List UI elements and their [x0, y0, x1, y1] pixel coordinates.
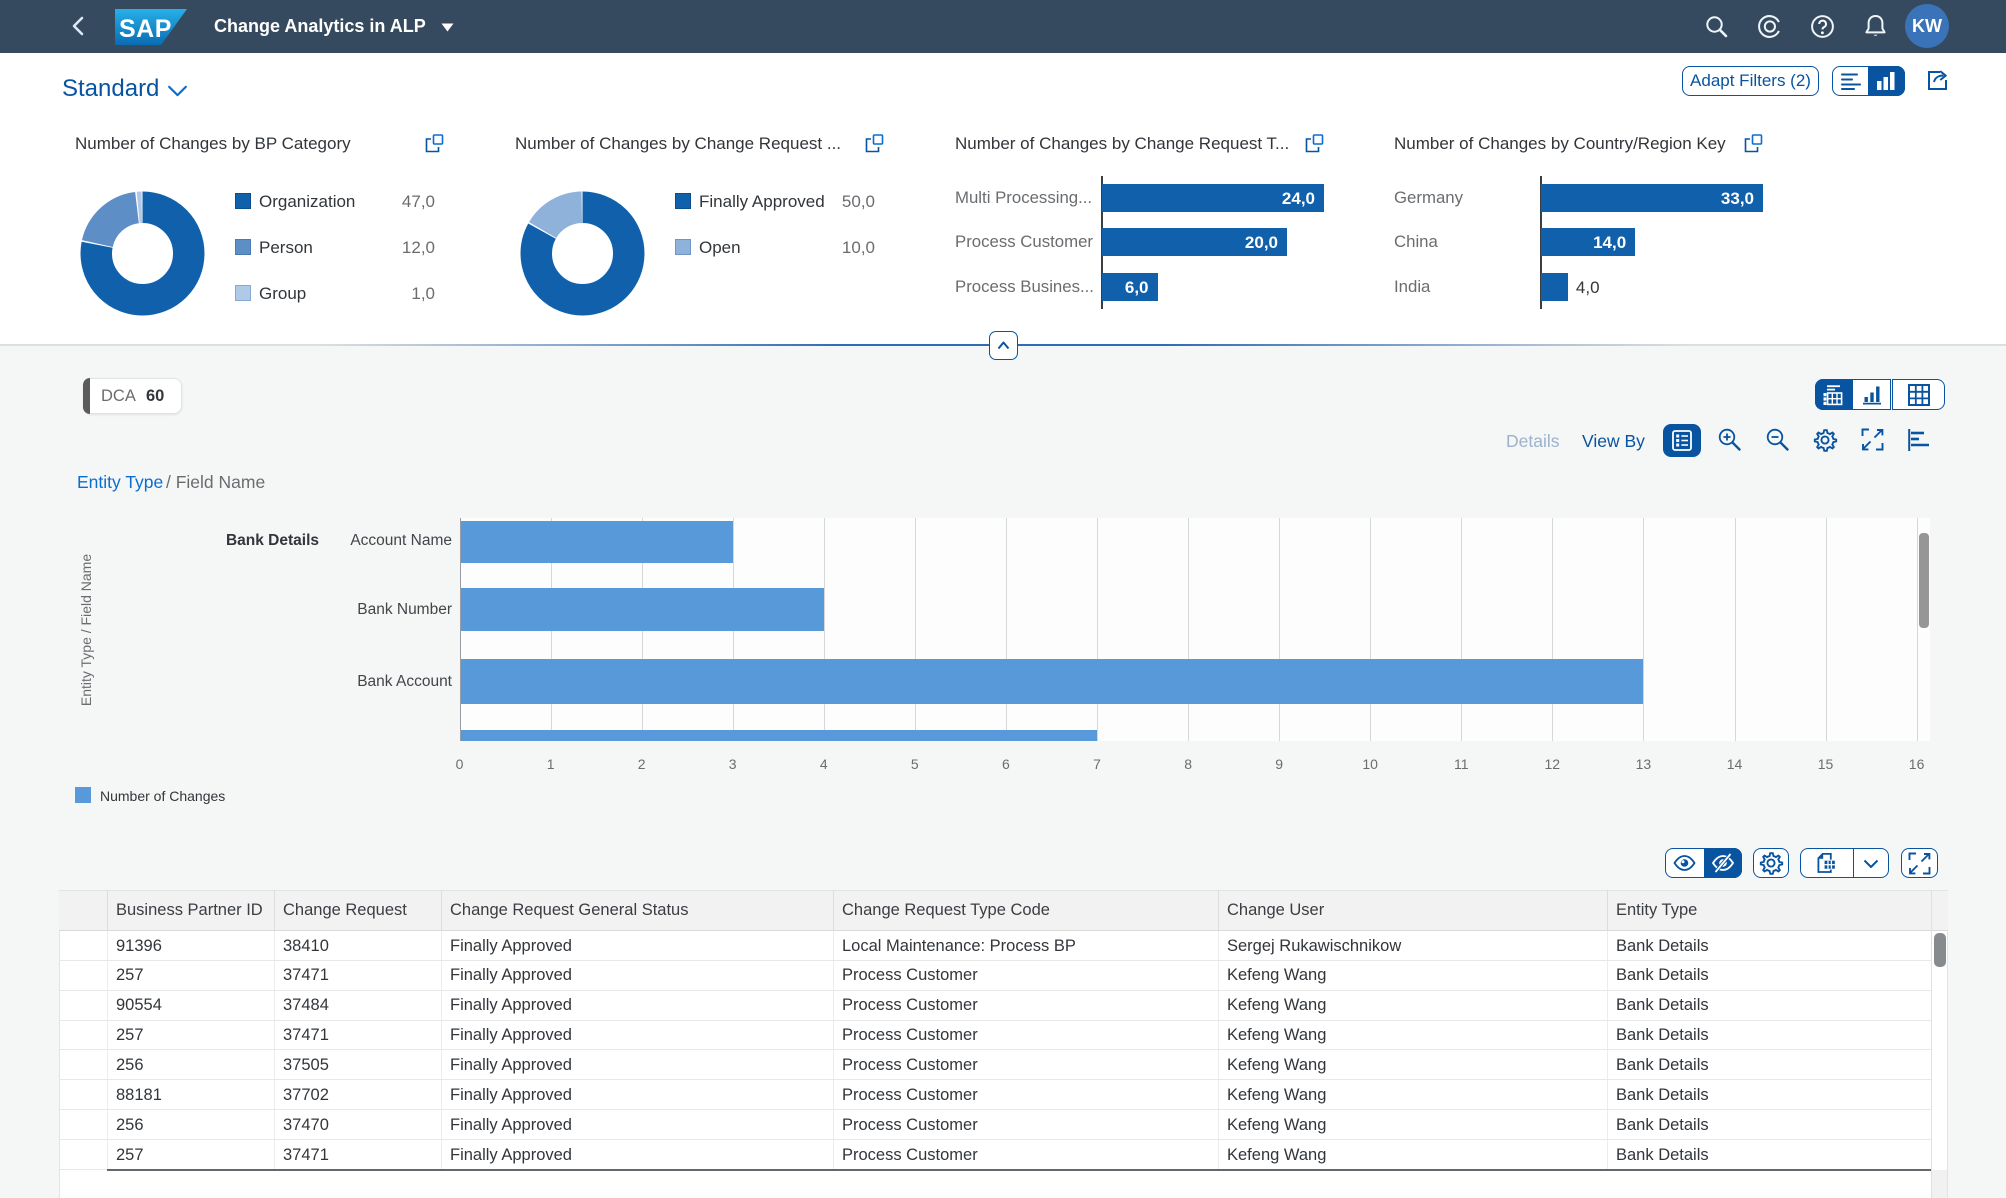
- svg-text:SAP: SAP: [119, 15, 172, 43]
